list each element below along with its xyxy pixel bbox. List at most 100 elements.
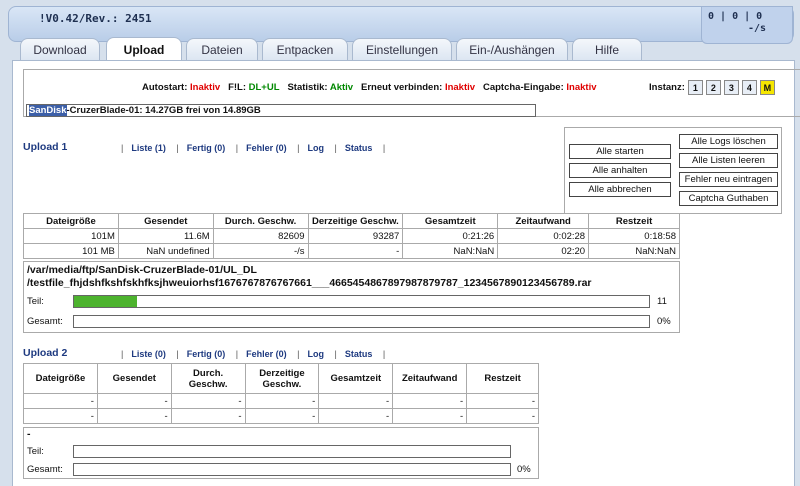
version-label: !V0.42/Rev.: 2451	[39, 12, 152, 25]
gesamt-value: 0%	[657, 316, 671, 327]
progress-fill	[74, 296, 138, 307]
upload2-link-fehler[interactable]: Fehler (0)	[246, 349, 287, 359]
upload1-link-log[interactable]: Log	[307, 143, 324, 153]
col-zeitaufwand: Zeitaufwand	[497, 213, 590, 229]
tab-ein-aushaengen[interactable]: Ein-/Aushängen	[456, 38, 568, 60]
instance-selector: Instanz: 1 2 3 4 M	[649, 80, 775, 95]
reconnect-value: Inaktiv	[444, 82, 476, 93]
upload1-total-progress: Gesamt: 0%	[27, 315, 677, 331]
upload2-link-fertig[interactable]: Fertig (0)	[187, 349, 226, 359]
instance-button-1[interactable]: 1	[687, 80, 703, 95]
upload2-link-liste[interactable]: Liste (0)	[131, 349, 166, 359]
queue-counts: 0 | 0 | 0	[708, 11, 763, 22]
tab-dateien[interactable]: Dateien	[186, 38, 258, 60]
tab-hilfe[interactable]: Hilfe	[572, 38, 642, 60]
progress-bar	[73, 445, 511, 458]
speed-summary: 0 | 0 | 0 -/s	[701, 6, 793, 44]
instance-button-3[interactable]: 3	[723, 80, 739, 95]
upload1-file-path-line2: /testfile_fhjdshfkshfskhfksjhweuiorhsf16…	[27, 277, 592, 289]
upload1-part-progress: Teil: 11	[27, 295, 677, 311]
autostart-value: Inaktiv	[190, 82, 221, 93]
cell: -	[244, 408, 320, 424]
cell: -	[170, 393, 246, 409]
upload2-part-progress: Teil:	[27, 445, 537, 461]
upload1-file-path-line1: /var/media/ftp/SanDisk-CruzerBlade-01/UL…	[27, 264, 257, 276]
status-line: Autostart: Inaktiv F!L: DL+UL Statistik:…	[142, 82, 597, 93]
cell: -	[244, 393, 320, 409]
tab-upload[interactable]: Upload	[106, 37, 182, 61]
upload2-links: | Liste (0) | Fertig (0) | Fehler (0) | Log …	[121, 349, 386, 359]
autostart-label: Autostart:	[142, 82, 188, 93]
gesamt-label: Gesamt:	[27, 464, 63, 475]
upload2-file-path: -	[27, 428, 31, 440]
col-gesamtzeit: Gesamtzeit	[402, 213, 499, 229]
cell: -	[96, 393, 172, 409]
gesamt-label: Gesamt:	[27, 316, 63, 327]
stop-all-button[interactable]: Alle anhalten	[569, 163, 671, 178]
teil-label: Teil:	[27, 296, 44, 307]
cell: -/s	[212, 243, 309, 259]
table-row: - - - - - - -	[23, 408, 539, 424]
col-zeitaufwand: Zeitaufwand	[392, 363, 468, 394]
clear-logs-button[interactable]: Alle Logs löschen	[679, 134, 778, 149]
upload1-title: Upload 1	[23, 141, 68, 153]
cell: 0:02:28	[497, 228, 590, 244]
cell: -	[307, 243, 404, 259]
progress-bar	[73, 315, 650, 328]
cell: -	[466, 408, 539, 424]
upload1-link-fehler[interactable]: Fehler (0)	[246, 143, 287, 153]
total-speed: -/s	[747, 23, 766, 34]
cell: -	[392, 393, 468, 409]
tab-einstellungen[interactable]: Einstellungen	[352, 38, 452, 60]
statistik-value: Aktiv	[329, 82, 354, 93]
cell: 0:21:26	[402, 228, 499, 244]
tab-download[interactable]: Download	[20, 38, 100, 60]
col-gesendet: Gesendet	[96, 363, 172, 394]
cell: 0:18:58	[588, 228, 680, 244]
cell: 02:20	[497, 243, 590, 259]
cell: 93287	[307, 228, 404, 244]
upload2-link-status[interactable]: Status	[345, 349, 373, 359]
instance-button-4[interactable]: 4	[741, 80, 757, 95]
col-gesamtzeit: Gesamtzeit	[318, 363, 394, 394]
statistik-label: Statistik:	[287, 82, 328, 93]
upload2-title: Upload 2	[23, 347, 68, 359]
upload1-link-liste[interactable]: Liste (1)	[131, 143, 166, 153]
cell: -	[96, 408, 172, 424]
clear-lists-button[interactable]: Alle Listen leeren	[679, 153, 778, 168]
main-panel: Autostart: Inaktiv F!L: DL+UL Statistik:…	[12, 60, 800, 486]
upload1-link-fertig[interactable]: Fertig (0)	[187, 143, 226, 153]
captcha-label: Captcha-Eingabe:	[482, 82, 564, 93]
instance-button-2[interactable]: 2	[705, 80, 721, 95]
start-all-button[interactable]: Alle starten	[569, 144, 671, 159]
instance-button-m[interactable]: M	[759, 80, 775, 95]
disk-free-text: -CruzerBlade-01: 14.27GB frei von 14.89G…	[66, 105, 261, 116]
table-row: 101 MB NaN undefined -/s - NaN:NaN 02:20…	[23, 243, 680, 259]
upload1-link-status[interactable]: Status	[345, 143, 373, 153]
table-row: - - - - - - -	[23, 393, 539, 409]
cell: -	[318, 393, 394, 409]
progress-bar	[73, 295, 650, 308]
cell: 11.6M	[117, 228, 214, 244]
col-durch-geschw: Durch. Geschw.	[170, 363, 246, 394]
upload1-table: Dateigröße Gesendet Durch. Geschw. Derze…	[23, 213, 680, 259]
col-gesendet: Gesendet	[117, 213, 214, 229]
captcha-value: Inaktiv	[566, 82, 597, 93]
cancel-all-button[interactable]: Alle abbrechen	[569, 182, 671, 197]
col-restzeit: Restzeit	[588, 213, 680, 229]
tab-entpacken[interactable]: Entpacken	[262, 38, 348, 60]
cell: -	[392, 408, 468, 424]
teil-label: Teil:	[27, 446, 44, 457]
upload2-table: Dateigröße Gesendet Durch. Geschw. Derze…	[23, 363, 539, 424]
upload2-link-log[interactable]: Log	[307, 349, 324, 359]
table-header-row: Dateigröße Gesendet Durch. Geschw. Derze…	[23, 363, 539, 394]
progress-bar	[73, 463, 511, 476]
table-row: 101M 11.6M 82609 93287 0:21:26 0:02:28 0…	[23, 228, 680, 244]
captcha-credit-button[interactable]: Captcha Guthaben	[679, 191, 778, 206]
cell: -	[23, 408, 98, 424]
cell: -	[170, 408, 246, 424]
re-enter-errors-button[interactable]: Fehler neu eintragen	[679, 172, 778, 187]
disk-space-info: SanDisk-CruzerBlade-01: 14.27GB frei von…	[26, 104, 536, 117]
cell: -	[318, 408, 394, 424]
global-controls: Alle starten Alle anhalten Alle abbreche…	[564, 127, 782, 214]
